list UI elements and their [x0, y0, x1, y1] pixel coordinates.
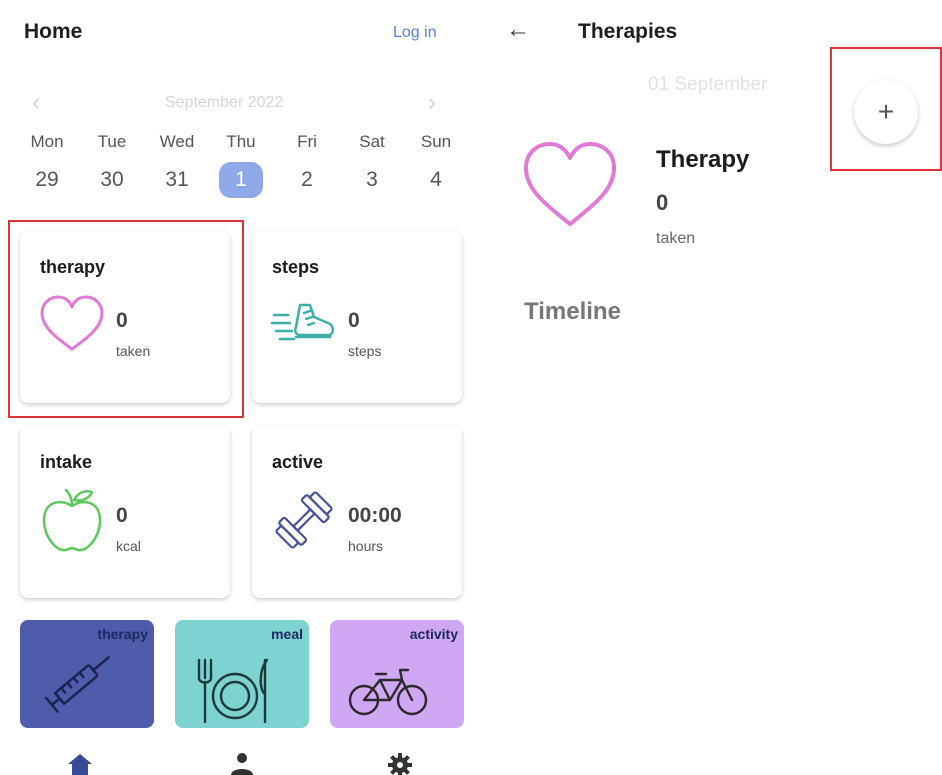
- page-title: Home: [24, 20, 83, 43]
- therapy-unit: taken: [656, 230, 696, 247]
- month-label: September 2022: [165, 94, 284, 111]
- chevron-right-icon[interactable]: ›: [428, 90, 436, 116]
- day-date: 30: [100, 168, 124, 191]
- therapies-screen: ← Therapies 01 September + Therapy 0 tak…: [480, 0, 942, 775]
- month-navigator: ‹ September 2022 ›: [0, 90, 480, 118]
- day-date: 31: [165, 168, 189, 191]
- day-date: 4: [430, 168, 442, 191]
- therapy-count: 0: [656, 190, 669, 215]
- login-link[interactable]: Log in: [393, 24, 437, 42]
- card-value: 00:00: [348, 504, 402, 527]
- day-date: 2: [301, 168, 313, 191]
- day-mon[interactable]: Mon 29: [18, 132, 76, 198]
- bicycle-icon: [348, 668, 428, 716]
- card-value: 0: [348, 309, 360, 332]
- person-icon[interactable]: [222, 748, 262, 775]
- steps-card[interactable]: steps 0 steps: [252, 231, 462, 403]
- therapy-label: Therapy: [656, 146, 750, 173]
- day-tue[interactable]: Tue 30: [83, 132, 141, 198]
- home-icon[interactable]: [60, 748, 100, 775]
- day-sun[interactable]: Sun 4: [407, 132, 465, 198]
- day-thu[interactable]: Thu 1: [212, 132, 270, 198]
- meal-tile[interactable]: meal: [175, 620, 309, 728]
- card-title: intake: [40, 452, 93, 472]
- day-name: Thu: [226, 132, 256, 151]
- highlight-box: [8, 220, 244, 418]
- day-name: Fri: [297, 132, 317, 151]
- back-arrow-icon[interactable]: ←: [506, 16, 530, 44]
- card-title: active: [272, 452, 324, 472]
- page-title: Therapies: [578, 20, 678, 43]
- card-unit: steps: [348, 343, 382, 359]
- gear-icon[interactable]: [380, 748, 420, 775]
- intake-card[interactable]: intake 0 kcal: [20, 426, 230, 598]
- heart-icon: [524, 142, 616, 226]
- highlight-box: [830, 47, 942, 171]
- day-name: Wed: [159, 132, 195, 151]
- day-wed[interactable]: Wed 31: [148, 132, 206, 198]
- day-date-selected: 1: [219, 162, 263, 198]
- timeline-heading: Timeline: [524, 298, 621, 325]
- day-fri[interactable]: Fri 2: [278, 132, 336, 198]
- dumbbell-icon: [275, 491, 333, 549]
- date-label: 01 September: [648, 74, 768, 95]
- card-unit: kcal: [116, 538, 141, 554]
- day-date: 29: [35, 168, 59, 191]
- week-strip: Mon 29 Tue 30 Wed 31 Thu 1 Fri 2 Sat 3 S…: [18, 132, 470, 202]
- day-name: Sun: [420, 132, 452, 151]
- therapy-tile[interactable]: therapy: [20, 620, 154, 728]
- day-name: Mon: [30, 132, 64, 151]
- card-value: 0: [116, 504, 128, 527]
- syringe-icon: [44, 656, 110, 713]
- active-card[interactable]: active 00:00 hours: [252, 426, 462, 598]
- apple-icon: [42, 488, 102, 552]
- day-date: 3: [366, 168, 378, 191]
- plate-cutlery-icon: [197, 658, 269, 724]
- card-unit: hours: [348, 538, 384, 554]
- home-screen: Home Log in ‹ September 2022 › Mon 29 Tu…: [0, 0, 480, 775]
- activity-tile[interactable]: activity: [330, 620, 464, 728]
- running-shoe-icon: [270, 303, 334, 341]
- day-name: Sat: [359, 132, 385, 151]
- day-sat[interactable]: Sat 3: [343, 132, 401, 198]
- chevron-left-icon[interactable]: ‹: [32, 90, 40, 116]
- day-name: Tue: [97, 132, 127, 151]
- card-title: steps: [272, 257, 320, 277]
